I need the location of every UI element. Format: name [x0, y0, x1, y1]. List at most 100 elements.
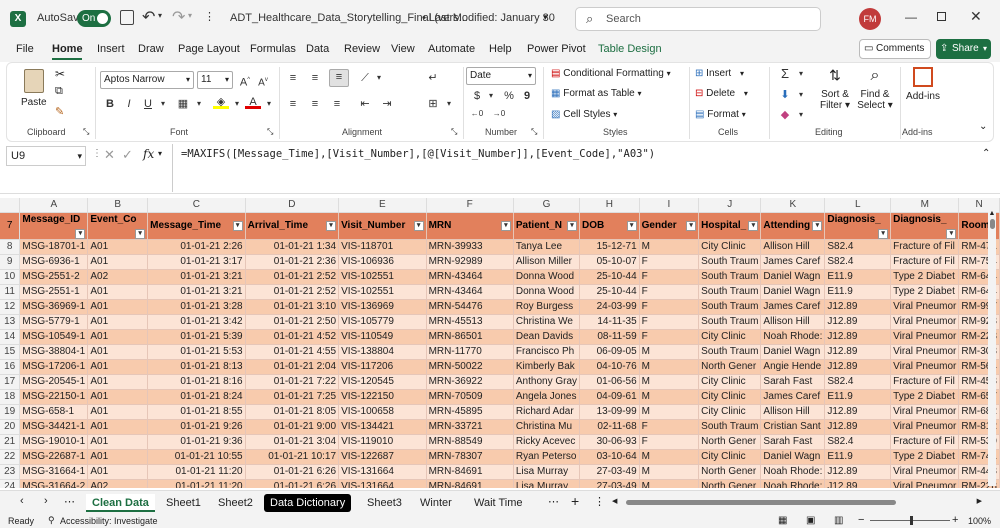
table-cell[interactable]: 14-11-35	[579, 314, 640, 330]
table-cell[interactable]: South Traum	[698, 314, 762, 330]
table-cell[interactable]: 01-01-21 3:17	[147, 254, 246, 270]
filter-dropdown-icon[interactable]: ▾	[232, 221, 243, 231]
percent-icon[interactable]: %	[501, 89, 517, 103]
find-select-button[interactable]: ⌕ Find & Select ▾	[855, 67, 895, 123]
table-cell[interactable]: City Clinic	[698, 329, 762, 345]
table-cell[interactable]: South Traum	[698, 269, 762, 285]
clear-dropdown-icon[interactable]: ▾	[793, 108, 809, 122]
row-number[interactable]: 19	[0, 404, 21, 420]
column-header[interactable]: E	[338, 198, 427, 213]
share-button[interactable]: ⇪ Share ▾	[936, 39, 991, 59]
tab-insert[interactable]: Insert	[97, 43, 125, 55]
row-number[interactable]: 21	[0, 434, 21, 450]
decrease-indent-icon[interactable]: ⇤	[357, 97, 373, 111]
table-cell[interactable]: 01-01-21 6:26	[245, 464, 340, 480]
table-cell[interactable]: 01-01-21 3:10	[245, 299, 340, 315]
delete-cells-button[interactable]: ⊟ Delete ▾	[695, 88, 748, 99]
table-cell[interactable]: MSG-6936-1	[19, 254, 89, 270]
table-cell[interactable]: VIS-102551	[338, 269, 427, 285]
clipboard-launcher-icon[interactable]: ⤡	[83, 127, 89, 137]
fill-icon[interactable]: ⬇	[777, 88, 793, 102]
format-painter-icon[interactable]: ✎	[55, 105, 64, 118]
table-cell[interactable]: North Gener	[698, 464, 762, 480]
table-cell[interactable]: MRN-50022	[426, 359, 514, 375]
table-cell[interactable]: 01-01-21 9:00	[245, 419, 340, 435]
table-cell[interactable]: 01-01-21 3:28	[147, 299, 246, 315]
font-launcher-icon[interactable]: ⤡	[267, 127, 273, 137]
tab-power-pivot[interactable]: Power Pivot	[527, 43, 586, 55]
close-icon[interactable]: ✕	[970, 8, 982, 25]
table-cell[interactable]: F	[639, 284, 700, 300]
table-cell[interactable]: Type 2 Diabet	[890, 449, 960, 465]
more-sheets-left-icon[interactable]: ⋯	[64, 495, 75, 508]
table-cell[interactable]: 01-01-21 1:34	[245, 239, 340, 255]
comments-button[interactable]: ▭ Comments	[859, 39, 931, 59]
table-cell[interactable]: 01-01-21 7:25	[245, 389, 340, 405]
tab-home[interactable]: Home	[52, 43, 83, 55]
table-header-cell[interactable]: Arrival_Time ▾	[245, 212, 340, 240]
table-cell[interactable]: City Clinic	[698, 404, 762, 420]
row-number[interactable]: 18	[0, 389, 21, 405]
sheet-tab-sheet3[interactable]: Sheet3	[361, 494, 408, 512]
table-cell[interactable]: Daniel Wagn	[760, 284, 826, 300]
table-cell[interactable]: 01-01-21 9:26	[147, 419, 246, 435]
table-cell[interactable]: North Gener	[698, 434, 762, 450]
table-cell[interactable]: MRN-78307	[426, 449, 514, 465]
horizontal-scrollbar[interactable]: ◀ ▶	[612, 498, 982, 508]
table-cell[interactable]: Viral Pneumor	[890, 359, 960, 375]
customize-toolbar-icon[interactable]: ⋮	[204, 10, 215, 23]
table-cell[interactable]: James Caref	[760, 299, 826, 315]
filter-dropdown-icon[interactable]: ▾	[326, 221, 337, 231]
table-cell[interactable]: VIS-100658	[338, 404, 427, 420]
table-cell[interactable]: A01	[87, 254, 149, 270]
column-header[interactable]: F	[426, 198, 514, 213]
horizontal-scroll-thumb[interactable]	[626, 500, 896, 505]
table-cell[interactable]: Allison Hill	[760, 314, 826, 330]
table-cell[interactable]: MSG-22687-1	[19, 449, 89, 465]
insert-cells-button[interactable]: ⊞ Insert ▾	[695, 68, 744, 79]
table-cell[interactable]: M	[639, 374, 700, 390]
merge-center-icon[interactable]: ⊞	[425, 97, 441, 111]
tab-view[interactable]: View	[391, 43, 415, 55]
table-cell[interactable]: Viral Pneumor	[890, 419, 960, 435]
table-cell[interactable]: Noah Rhode:	[760, 464, 826, 480]
table-cell[interactable]: VIS-131664	[338, 464, 427, 480]
table-header-cell[interactable]: Diagnosis_ ▾	[890, 212, 960, 240]
fx-dropdown-icon[interactable]: ▾	[158, 149, 162, 158]
table-cell[interactable]: 01-01-21 8:13	[147, 359, 246, 375]
format-as-table-button[interactable]: ▦ Format as Table ▾	[551, 88, 642, 99]
filter-dropdown-icon[interactable]: ▾	[812, 221, 823, 231]
table-cell[interactable]: 01-01-21 5:39	[147, 329, 246, 345]
table-cell[interactable]: MRN-88549	[426, 434, 514, 450]
row-number[interactable]: 15	[0, 344, 21, 360]
table-cell[interactable]: 01-01-21 8:24	[147, 389, 246, 405]
table-cell[interactable]: Donna Wood	[513, 269, 581, 285]
table-cell[interactable]: Noah Rhode:	[760, 479, 826, 488]
table-cell[interactable]: MSG-34421-1	[19, 419, 89, 435]
table-cell[interactable]: 01-01-21 2:26	[147, 239, 246, 255]
undo-icon[interactable]: ↶	[142, 7, 155, 27]
table-cell[interactable]: MRN-84691	[426, 479, 514, 488]
column-header[interactable]: I	[639, 198, 700, 213]
table-cell[interactable]: 01-01-21 6:26	[245, 479, 340, 488]
table-cell[interactable]: Fracture of Fil	[890, 374, 960, 390]
tab-table-design[interactable]: Table Design	[598, 43, 662, 55]
select-all-corner[interactable]	[0, 198, 21, 213]
page-break-view-icon[interactable]: ▥	[834, 515, 843, 526]
table-cell[interactable]: MSG-2551-2	[19, 269, 89, 285]
paste-button[interactable]: Paste	[19, 67, 51, 111]
column-header[interactable]: J	[698, 198, 762, 213]
table-cell[interactable]: F	[639, 254, 700, 270]
table-cell[interactable]: Donna Wood	[513, 284, 581, 300]
table-cell[interactable]: MRN-54476	[426, 299, 514, 315]
table-cell[interactable]: MSG-5779-1	[19, 314, 89, 330]
table-cell[interactable]: 01-01-21 8:55	[147, 404, 246, 420]
table-cell[interactable]: 24-03-99	[579, 299, 640, 315]
table-cell[interactable]: Viral Pneumor	[890, 329, 960, 345]
table-cell[interactable]: Allison Hill	[760, 239, 826, 255]
table-cell[interactable]: MSG-19010-1	[19, 434, 89, 450]
tab-help[interactable]: Help	[489, 43, 512, 55]
table-header-cell[interactable]: MRN ▾	[426, 212, 514, 240]
row-number[interactable]: 12	[0, 299, 21, 315]
table-cell[interactable]: VIS-134421	[338, 419, 427, 435]
